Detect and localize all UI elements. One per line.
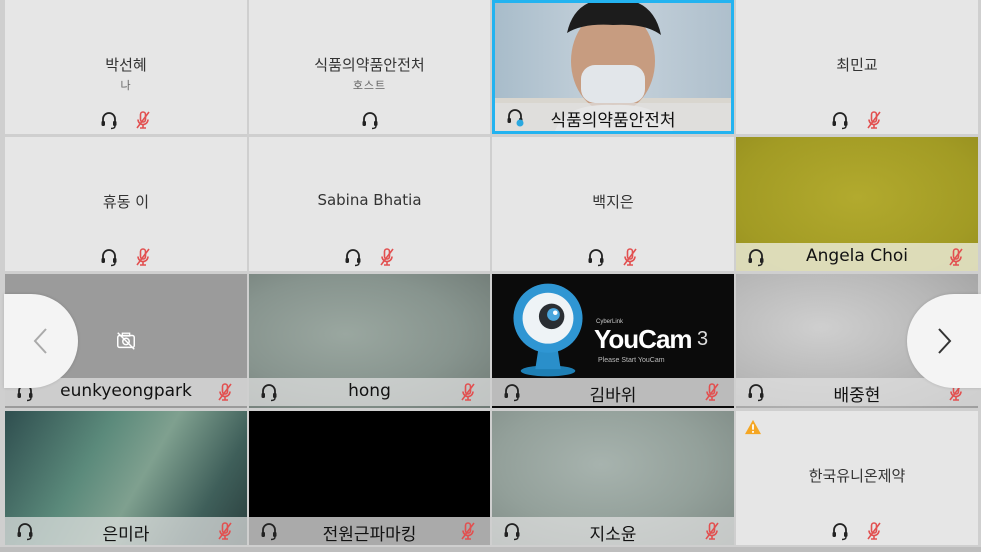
mic-muted-icon[interactable] — [458, 521, 478, 541]
tile-status-icons — [5, 108, 247, 132]
tile-status-icons — [249, 108, 490, 132]
mic-muted-icon[interactable] — [133, 247, 153, 267]
headset-icon — [101, 249, 117, 267]
participant-tile[interactable]: 식품의약품안전처 호스트 — [249, 0, 490, 134]
participant-name: 휴동 이 — [102, 193, 150, 211]
participant-name: 식품의약품안전처 — [550, 111, 676, 131]
participant-tile[interactable]: 박선혜 나 — [5, 0, 247, 134]
participant-tile[interactable]: 은미라 — [5, 411, 247, 545]
youcam-title: YouCam — [594, 324, 693, 354]
participant-name: 최민교 — [836, 56, 878, 74]
participant-tile[interactable]: 지소윤 — [492, 411, 734, 545]
video-grid: 박선혜 나 식품의약품안전처 호스트 식품의약품안전처 최민교 휴동 이 Sab… — [0, 0, 981, 552]
participant-role: 나 — [120, 79, 132, 92]
participant-name: hong — [348, 381, 391, 401]
participant-name: 백지은 — [592, 193, 634, 211]
mic-muted-icon[interactable] — [215, 521, 235, 541]
camera-off-icon — [117, 332, 135, 350]
mic-muted-icon[interactable] — [702, 521, 722, 541]
mic-muted-icon[interactable] — [215, 382, 235, 402]
participant-role: 호스트 — [352, 79, 387, 92]
mic-muted-icon[interactable] — [864, 110, 884, 130]
headset-icon — [101, 112, 117, 130]
headset-icon — [832, 523, 848, 541]
headset-icon — [362, 112, 377, 130]
headset-icon — [345, 249, 360, 267]
youcam-placeholder: CyberLink YouCam 3 Please Start YouCam — [492, 274, 734, 382]
tile-status-icons — [736, 519, 978, 543]
participant-tile-active-speaker[interactable]: 식품의약품안전처 — [492, 0, 734, 134]
tile-status-icons — [249, 245, 490, 269]
participant-name: 박선혜 — [105, 56, 147, 74]
mic-muted-icon[interactable] — [458, 382, 478, 402]
youcam-version: 3 — [697, 328, 709, 350]
headset-icon — [832, 112, 848, 130]
participant-tile[interactable]: 한국유니온제약 — [736, 411, 978, 545]
mic-muted-icon[interactable] — [620, 247, 640, 267]
participant-name: 김바위 — [589, 386, 637, 406]
participant-name: Sabina Bhatia — [317, 191, 422, 209]
participant-tile[interactable]: 전원근파마킹 — [249, 411, 490, 545]
participant-name: Angela Choi — [806, 246, 908, 266]
participant-tile[interactable]: 백지은 — [492, 137, 734, 271]
participant-tile[interactable]: hong — [249, 274, 490, 408]
mic-muted-icon[interactable] — [864, 521, 884, 541]
participant-name-bar: 전원근파마킹 — [249, 517, 490, 545]
participant-name: 식품의약품안전처 — [314, 56, 425, 74]
mic-muted-icon[interactable] — [702, 382, 722, 402]
participant-name-bar: hong — [249, 378, 490, 406]
participant-name-bar: Angela Choi — [736, 243, 978, 271]
headset-icon — [588, 249, 604, 267]
tile-status-icons — [5, 245, 247, 269]
next-row-peek — [0, 547, 981, 552]
participant-tile[interactable]: CyberLink YouCam 3 Please Start YouCam 김… — [492, 274, 734, 408]
participant-name: 전원근파마킹 — [322, 525, 417, 545]
participant-tile[interactable]: 최민교 — [736, 0, 978, 134]
participant-name: 은미라 — [102, 525, 150, 545]
mic-muted-icon[interactable] — [377, 247, 397, 267]
mic-muted-icon[interactable] — [946, 247, 966, 267]
participant-name-bar: 식품의약품안전처 — [495, 103, 731, 131]
participant-name-bar: 김바위 — [492, 378, 734, 406]
participant-name-bar: 지소윤 — [492, 517, 734, 545]
mic-muted-icon[interactable] — [133, 110, 153, 130]
chevron-right-icon — [938, 328, 952, 354]
tile-status-icons — [736, 108, 978, 132]
webcam-icon — [513, 283, 583, 377]
participant-tile[interactable]: Sabina Bhatia — [249, 137, 490, 271]
chevron-left-icon — [33, 328, 47, 354]
participant-name: 한국유니온제약 — [808, 467, 906, 485]
participant-tile[interactable]: Angela Choi — [736, 137, 978, 271]
tile-status-icons — [492, 245, 734, 269]
youcam-subtitle: Please Start YouCam — [598, 357, 665, 364]
warning-icon — [745, 419, 761, 435]
participant-name-bar: 은미라 — [5, 517, 247, 545]
participant-name: 지소윤 — [589, 525, 637, 545]
participant-tile[interactable]: 휴동 이 — [5, 137, 247, 271]
